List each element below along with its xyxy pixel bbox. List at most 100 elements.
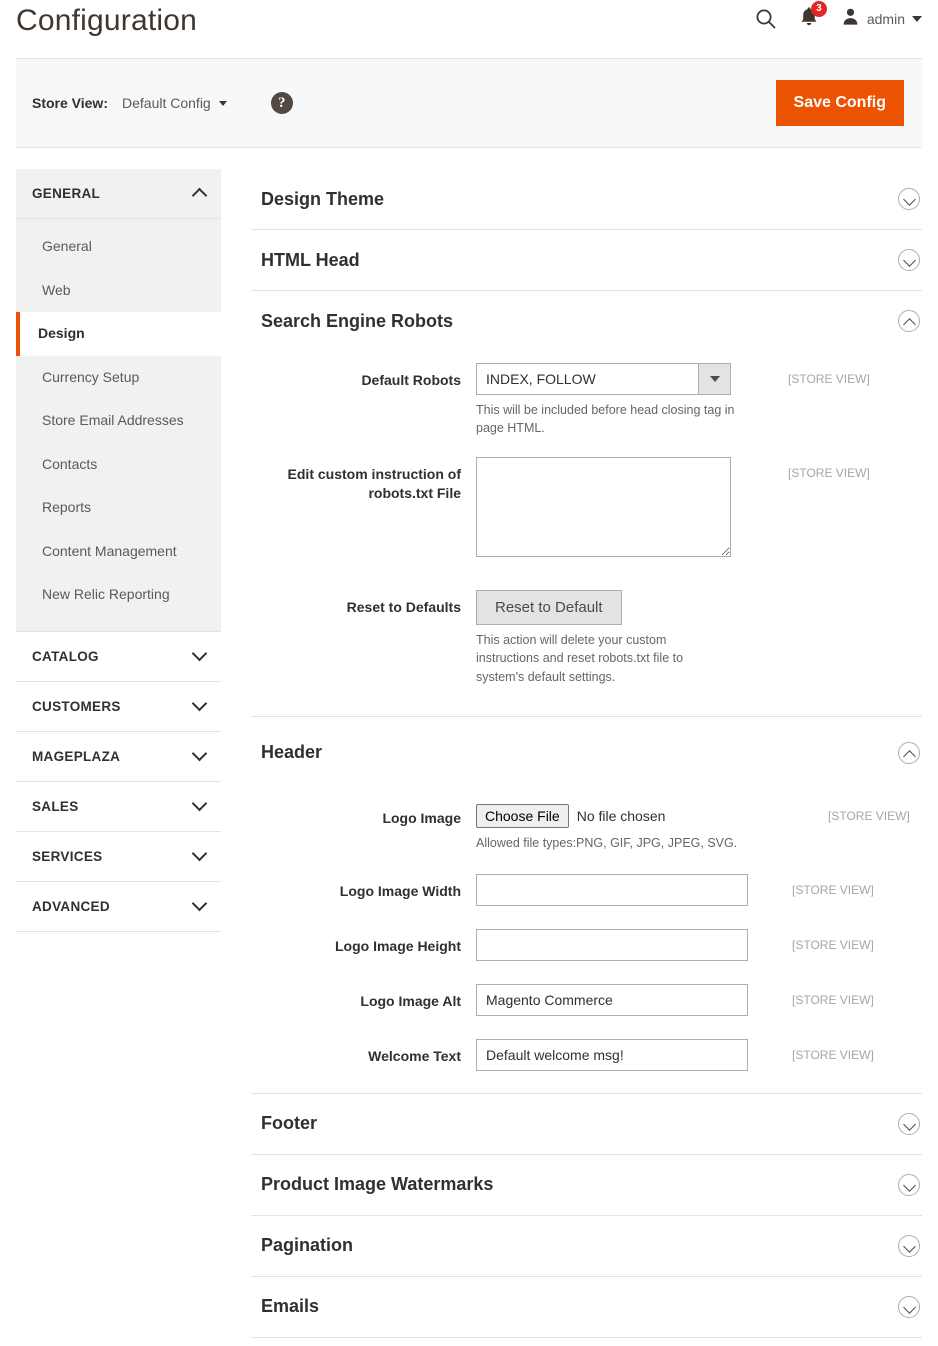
sidebar-group-header-mageplaza[interactable]: MAGEPLAZA: [16, 732, 221, 781]
chevron-down-icon: [192, 896, 208, 912]
chevron-down-icon[interactable]: [898, 1235, 920, 1257]
section-header-html-head[interactable]: HTML Head: [251, 230, 922, 290]
sidebar-item-design[interactable]: Design: [16, 312, 221, 356]
field-note: This will be included before head closin…: [476, 401, 741, 437]
chevron-down-icon[interactable]: [898, 1174, 920, 1196]
chevron-down-icon: [912, 16, 922, 22]
field-scope-label: [STORE VIEW]: [748, 984, 874, 1007]
sidebar-item-store-email-addresses[interactable]: Store Email Addresses: [16, 399, 221, 443]
section-header-header[interactable]: Header: [251, 717, 922, 786]
config-main-panel: Design Theme HTML Head Search Engine Rob…: [251, 169, 922, 1338]
field-label: Reset to Defaults: [251, 590, 476, 617]
chevron-up-icon[interactable]: [898, 310, 920, 332]
logo-image-alt-input[interactable]: [476, 984, 748, 1016]
sidebar-group-label: ADVANCED: [32, 899, 110, 914]
section-body-search-engine-robots: Default Robots INDEX, FOLLOW This will b…: [251, 351, 922, 716]
store-view-switcher[interactable]: Default Config: [122, 95, 227, 111]
field-welcome-text: Welcome Text [STORE VIEW]: [251, 1039, 922, 1071]
question-mark-icon[interactable]: ?: [271, 92, 293, 114]
sidebar-group-header-sales[interactable]: SALES: [16, 782, 221, 831]
sidebar-group-customers: CUSTOMERS: [16, 681, 221, 731]
section-header-search-engine-robots[interactable]: Search Engine Robots: [251, 291, 922, 351]
sidebar-item-label: Currency Setup: [42, 369, 139, 385]
chevron-down-icon[interactable]: [898, 188, 920, 210]
section-header-product-image-watermarks[interactable]: Product Image Watermarks: [251, 1155, 922, 1215]
sidebar-group-header-customers[interactable]: CUSTOMERS: [16, 682, 221, 731]
field-scope-label: [STORE VIEW]: [748, 874, 874, 897]
sidebar-item-label: Contacts: [42, 456, 97, 472]
sidebar-item-reports[interactable]: Reports: [16, 486, 221, 530]
section-html-head: HTML Head: [251, 230, 922, 291]
section-title: Emails: [261, 1296, 319, 1317]
sidebar-group-items-general: General Web Design Currency Setup Store …: [16, 219, 221, 631]
logo-image-height-input[interactable]: [476, 929, 748, 961]
chevron-down-icon[interactable]: [898, 249, 920, 271]
default-robots-select[interactable]: INDEX, FOLLOW: [476, 363, 731, 395]
sidebar-group-label: SERVICES: [32, 849, 102, 864]
field-label: Logo Image: [251, 804, 476, 828]
welcome-text-input[interactable]: [476, 1039, 748, 1071]
admin-name-label: admin: [867, 11, 905, 27]
section-title: HTML Head: [261, 250, 360, 271]
field-control: Reset to Default This action will delete…: [476, 590, 748, 685]
sidebar-item-currency-setup[interactable]: Currency Setup: [16, 356, 221, 400]
sidebar-item-label: Design: [38, 325, 85, 341]
section-title: Design Theme: [261, 189, 384, 210]
section-title: Pagination: [261, 1235, 353, 1256]
section-pagination: Pagination: [251, 1216, 922, 1277]
sidebar-group-label: SALES: [32, 799, 79, 814]
field-label: Logo Image Height: [251, 929, 476, 956]
logo-image-file-input[interactable]: Choose File No file chosen: [476, 804, 806, 828]
admin-menu[interactable]: admin: [841, 7, 922, 31]
section-emails: Emails: [251, 1277, 922, 1338]
field-control: [476, 874, 748, 906]
header-tools: 3 admin: [755, 6, 922, 32]
sidebar-item-web[interactable]: Web: [16, 269, 221, 313]
section-header-design-theme[interactable]: Design Theme: [251, 169, 922, 229]
field-label: Edit custom instruction of robots.txt Fi…: [251, 457, 476, 503]
section-body-header: Logo Image Choose File No file chosen Al…: [251, 786, 922, 1093]
sidebar-group-header-general[interactable]: GENERAL: [16, 169, 221, 219]
logo-image-width-input[interactable]: [476, 874, 748, 906]
save-config-button[interactable]: Save Config: [776, 80, 904, 126]
section-header-emails[interactable]: Emails: [251, 1277, 922, 1337]
chevron-down-icon: [192, 846, 208, 862]
field-label: Logo Image Width: [251, 874, 476, 901]
sidebar-item-general[interactable]: General: [16, 225, 221, 269]
search-icon[interactable]: [755, 8, 777, 30]
section-title: Footer: [261, 1113, 317, 1134]
sidebar-item-contacts[interactable]: Contacts: [16, 443, 221, 487]
field-scope-label: [STORE VIEW]: [748, 1039, 874, 1062]
sidebar-group-label: MAGEPLAZA: [32, 749, 120, 764]
field-logo-image-alt: Logo Image Alt [STORE VIEW]: [251, 984, 922, 1016]
user-icon: [841, 7, 860, 31]
robots-txt-textarea[interactable]: [476, 457, 731, 557]
choose-file-button[interactable]: Choose File: [476, 804, 569, 828]
field-control: Choose File No file chosen Allowed file …: [476, 804, 806, 852]
section-header-footer[interactable]: Footer: [251, 1094, 922, 1154]
sidebar-item-label: Store Email Addresses: [42, 412, 184, 428]
sidebar-group-header-catalog[interactable]: CATALOG: [16, 632, 221, 681]
chevron-up-icon: [192, 187, 208, 203]
notifications-button[interactable]: 3: [799, 6, 819, 32]
section-header-pagination[interactable]: Pagination: [251, 1216, 922, 1276]
section-title: Product Image Watermarks: [261, 1174, 493, 1195]
sidebar-group-services: SERVICES: [16, 831, 221, 881]
content-wrapper: GENERAL General Web Design Currency Setu…: [0, 148, 938, 1338]
sidebar-item-new-relic-reporting[interactable]: New Relic Reporting: [16, 573, 221, 617]
field-control: [476, 457, 748, 562]
field-logo-image-height: Logo Image Height [STORE VIEW]: [251, 929, 922, 961]
chevron-up-icon[interactable]: [898, 742, 920, 764]
sidebar-group-header-advanced[interactable]: ADVANCED: [16, 882, 221, 931]
chevron-down-icon[interactable]: [898, 1113, 920, 1135]
select-dropdown-arrow-icon[interactable]: [698, 364, 730, 394]
notification-count-badge: 3: [811, 1, 827, 17]
sidebar-item-content-management[interactable]: Content Management: [16, 530, 221, 574]
field-logo-image-width: Logo Image Width [STORE VIEW]: [251, 874, 922, 906]
chevron-down-icon: [192, 646, 208, 662]
sidebar-group-header-services[interactable]: SERVICES: [16, 832, 221, 881]
sidebar-group-label: CUSTOMERS: [32, 699, 121, 714]
sidebar-group-mageplaza: MAGEPLAZA: [16, 731, 221, 781]
chevron-down-icon[interactable]: [898, 1296, 920, 1318]
reset-to-default-button[interactable]: Reset to Default: [476, 590, 622, 625]
